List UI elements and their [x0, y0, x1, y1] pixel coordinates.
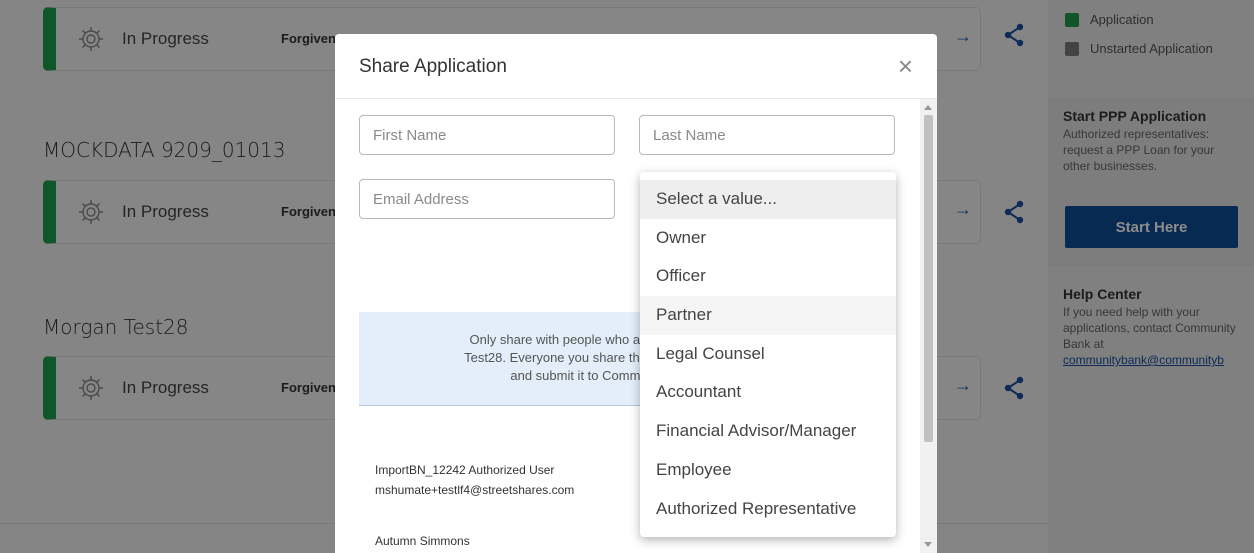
role-option-placeholder[interactable]: Select a value...: [640, 180, 896, 219]
modal-divider: [335, 98, 937, 99]
last-name-input[interactable]: [639, 115, 895, 155]
shared-user-name: Autumn Simmons: [375, 534, 470, 548]
role-option-financial-advisor[interactable]: Financial Advisor/Manager: [640, 412, 896, 451]
role-option-partner[interactable]: Partner: [640, 296, 896, 335]
shared-user: ImportBN_12242 Authorized User mshumate+…: [375, 460, 574, 500]
shared-user-email: mshumate+testlf4@streetshares.com: [375, 483, 575, 497]
role-option-legal-counsel[interactable]: Legal Counsel: [640, 335, 896, 374]
shared-user-name: ImportBN_12242 Authorized User: [375, 463, 555, 477]
first-name-input[interactable]: [359, 115, 615, 155]
role-option-accountant[interactable]: Accountant: [640, 373, 896, 412]
role-option-employee[interactable]: Employee: [640, 451, 896, 490]
modal-title: Share Application: [359, 56, 507, 77]
email-input[interactable]: [359, 179, 615, 219]
role-option-authorized-representative[interactable]: Authorized Representative: [640, 490, 896, 529]
role-dropdown-menu: Select a value... Owner Officer Partner …: [640, 172, 896, 537]
shared-user: Autumn Simmons: [375, 531, 470, 551]
scroll-down-icon[interactable]: [924, 542, 932, 547]
modal-scrollbar[interactable]: [920, 99, 937, 553]
role-option-owner[interactable]: Owner: [640, 219, 896, 258]
role-option-officer[interactable]: Officer: [640, 257, 896, 296]
scroll-up-icon[interactable]: [924, 105, 932, 110]
close-icon[interactable]: ×: [898, 53, 913, 79]
scrollbar-thumb[interactable]: [924, 115, 933, 442]
